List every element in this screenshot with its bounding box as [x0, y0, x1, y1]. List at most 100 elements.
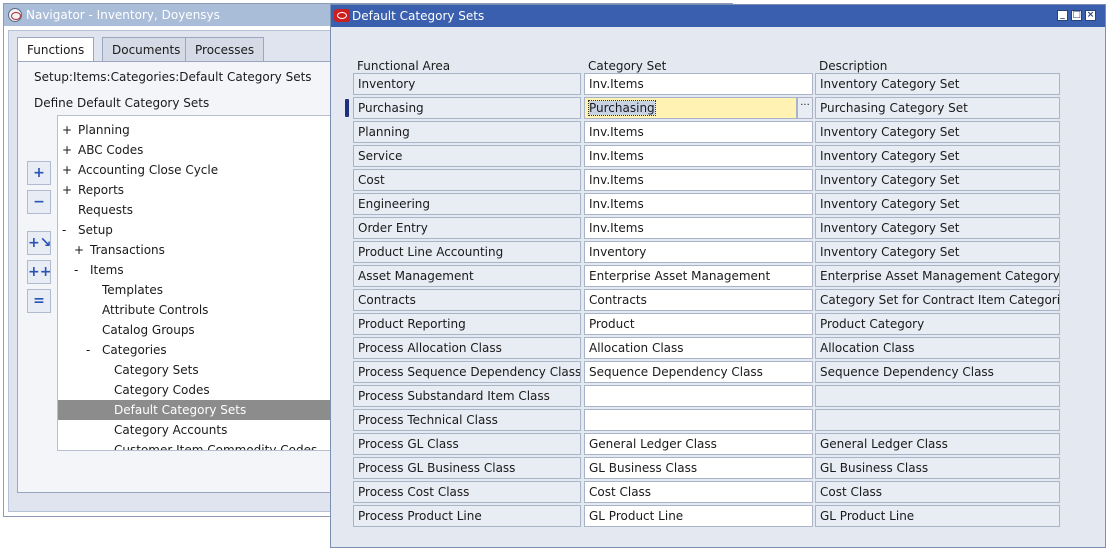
record-indicator[interactable] [345, 123, 349, 141]
description-field[interactable]: General Ledger Class [815, 433, 1060, 455]
functional-area-field[interactable]: Inventory [353, 73, 581, 95]
category-set-field[interactable]: Product [584, 313, 813, 335]
table-row[interactable]: Purchasing Purchasing ··· Purchasing Catego… [345, 97, 1061, 119]
record-indicator[interactable] [345, 459, 349, 477]
category-set-field[interactable]: Inv.Items [584, 121, 813, 143]
description-field[interactable]: Inventory Category Set [815, 193, 1060, 215]
description-field[interactable]: Product Category [815, 313, 1060, 335]
close-icon[interactable]: × [1085, 10, 1096, 21]
record-indicator[interactable] [345, 507, 349, 525]
expand-all-button[interactable]: ++ [27, 260, 51, 284]
functional-area-field[interactable]: Asset Management [353, 265, 581, 287]
record-indicator[interactable] [345, 267, 349, 285]
category-set-field[interactable]: Inv.Items [584, 217, 813, 239]
table-row[interactable]: Process Allocation Class Allocation Class… [345, 337, 1061, 359]
expand-branch-button[interactable]: +↘ [27, 231, 51, 255]
table-row[interactable]: Process Sequence Dependency Class Sequenc… [345, 361, 1061, 383]
record-indicator[interactable] [345, 435, 349, 453]
list-of-values-button[interactable]: ··· [797, 97, 813, 119]
category-set-field[interactable] [584, 385, 813, 407]
category-set-field[interactable]: General Ledger Class [584, 433, 813, 455]
tree-node-toggle[interactable]: - [62, 220, 66, 240]
tree-node-toggle[interactable]: + [62, 180, 72, 200]
category-set-field[interactable]: GL Business Class [584, 457, 813, 479]
description-field[interactable]: Cost Class [815, 481, 1060, 503]
functional-area-field[interactable]: Product Line Accounting [353, 241, 581, 263]
category-set-field[interactable]: Allocation Class [584, 337, 813, 359]
record-indicator[interactable] [345, 411, 349, 429]
functional-area-field[interactable]: Process GL Business Class [353, 457, 581, 479]
description-field[interactable]: Inventory Category Set [815, 145, 1060, 167]
category-set-field[interactable]: GL Product Line [584, 505, 813, 527]
description-field[interactable]: Purchasing Category Set [815, 97, 1060, 119]
category-set-field[interactable]: Inv.Items [584, 145, 813, 167]
category-set-field[interactable]: Inv.Items [584, 193, 813, 215]
table-row[interactable]: Contracts Contracts Category Set for Contr… [345, 289, 1061, 311]
functional-area-field[interactable]: Process GL Class [353, 433, 581, 455]
expand-button[interactable]: + [27, 161, 51, 185]
description-field[interactable]: GL Product Line [815, 505, 1060, 527]
functional-area-field[interactable]: Service [353, 145, 581, 167]
description-field[interactable]: Inventory Category Set [815, 73, 1060, 95]
tree-node-toggle[interactable]: + [62, 160, 72, 180]
tree-node-toggle[interactable]: - [74, 260, 78, 280]
description-field[interactable]: Enterprise Asset Management Category S [815, 265, 1060, 287]
category-set-field[interactable]: Inv.Items [584, 73, 813, 95]
tree-node-toggle[interactable]: + [74, 240, 84, 260]
table-row[interactable]: Asset Management Enterprise Asset Managem… [345, 265, 1061, 287]
collapse-all-button[interactable]: = [27, 289, 51, 313]
functional-area-field[interactable]: Cost [353, 169, 581, 191]
table-row[interactable]: Order Entry Inv.Items Inventory Category S… [345, 217, 1061, 239]
functional-area-field[interactable]: Planning [353, 121, 581, 143]
table-row[interactable]: Process GL Class General Ledger Class Gene… [345, 433, 1061, 455]
record-indicator[interactable] [345, 387, 349, 405]
dcs-title-bar[interactable]: Default Category Sets _ □ × [331, 5, 1105, 27]
category-set-field[interactable]: Inv.Items [584, 169, 813, 191]
description-field[interactable]: Inventory Category Set [815, 169, 1060, 191]
tree-node-toggle[interactable]: - [86, 340, 90, 360]
category-set-field[interactable]: Sequence Dependency Class [584, 361, 813, 383]
functional-area-field[interactable]: Process Technical Class [353, 409, 581, 431]
table-row[interactable]: Process GL Business Class GL Business Cla… [345, 457, 1061, 479]
record-indicator[interactable] [345, 147, 349, 165]
category-set-field[interactable]: Contracts [584, 289, 813, 311]
description-field[interactable]: Inventory Category Set [815, 217, 1060, 239]
functional-area-field[interactable]: Process Allocation Class [353, 337, 581, 359]
record-indicator[interactable] [345, 243, 349, 261]
table-row[interactable]: Inventory Inv.Items Inventory Category Set [345, 73, 1061, 95]
record-indicator[interactable] [345, 219, 349, 237]
table-row[interactable]: Process Substandard Item Class [345, 385, 1061, 407]
description-field[interactable] [815, 409, 1060, 431]
tab-processes[interactable]: Processes [185, 37, 265, 61]
record-indicator[interactable] [345, 195, 349, 213]
table-row[interactable]: Process Product Line GL Product Line GL Pr… [345, 505, 1061, 527]
minimize-icon[interactable]: _ [1057, 10, 1068, 21]
tree-node-toggle[interactable]: + [62, 120, 72, 140]
functional-area-field[interactable]: Process Cost Class [353, 481, 581, 503]
table-row[interactable]: Cost Inv.Items Inventory Category Set [345, 169, 1061, 191]
description-field[interactable]: Category Set for Contract Item Categorie… [815, 289, 1060, 311]
record-indicator[interactable] [345, 339, 349, 357]
table-row[interactable]: Process Technical Class [345, 409, 1061, 431]
category-set-field[interactable]: Purchasing [584, 97, 797, 119]
record-indicator[interactable] [345, 363, 349, 381]
category-set-field[interactable]: Inventory [584, 241, 813, 263]
table-row[interactable]: Product Line Accounting Inventory Inventor… [345, 241, 1061, 263]
description-field[interactable]: Sequence Dependency Class [815, 361, 1060, 383]
category-set-field[interactable]: Enterprise Asset Management [584, 265, 813, 287]
maximize-icon[interactable]: □ [1071, 10, 1082, 21]
tree-node-toggle[interactable]: + [62, 140, 72, 160]
tab-functions[interactable]: Functions [17, 37, 95, 63]
functional-area-field[interactable]: Purchasing [353, 97, 581, 119]
collapse-button[interactable]: − [27, 190, 51, 214]
record-indicator[interactable] [345, 315, 349, 333]
functional-area-field[interactable]: Process Sequence Dependency Class [353, 361, 581, 383]
table-row[interactable]: Service Inv.Items Inventory Category Set [345, 145, 1061, 167]
record-indicator[interactable] [345, 291, 349, 309]
functional-area-field[interactable]: Process Product Line [353, 505, 581, 527]
functional-area-field[interactable]: Process Substandard Item Class [353, 385, 581, 407]
record-indicator[interactable] [345, 171, 349, 189]
record-indicator[interactable] [345, 483, 349, 501]
description-field[interactable]: Inventory Category Set [815, 241, 1060, 263]
description-field[interactable]: GL Business Class [815, 457, 1060, 479]
